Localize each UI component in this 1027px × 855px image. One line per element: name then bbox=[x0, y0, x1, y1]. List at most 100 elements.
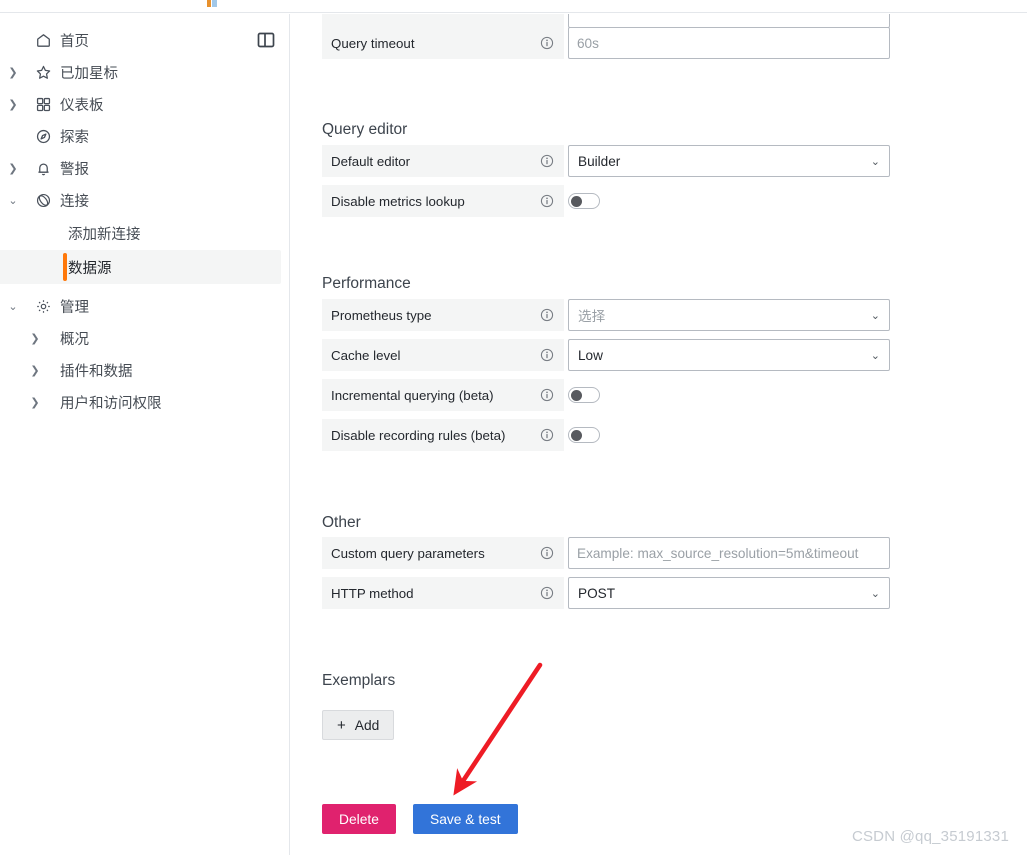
bell-icon bbox=[26, 160, 60, 177]
info-circle-icon[interactable] bbox=[540, 586, 554, 600]
sidebar-item-explore[interactable]: 探索 bbox=[0, 120, 281, 152]
toggle-knob bbox=[570, 389, 582, 401]
custom-query-parameters-input[interactable]: Example: max_source_resolution=5m&timeou… bbox=[568, 537, 890, 569]
chevron-right-icon[interactable]: ❯ bbox=[0, 66, 26, 79]
info-circle-icon[interactable] bbox=[540, 388, 554, 402]
sidebar-item-label: 探索 bbox=[60, 129, 89, 146]
field-label-prometheus-type: Prometheus type bbox=[322, 299, 564, 331]
main-navigation-sidebar: 首页 ❯ 已加星标 ❯ 仪表板 探索 ❯ 警报 ⌄ 连接 添加新连接 数据源 ⌄… bbox=[0, 14, 290, 855]
label-text: Prometheus type bbox=[331, 307, 432, 323]
info-circle-icon[interactable] bbox=[540, 428, 554, 442]
default-editor-select[interactable]: Builder ⌄ bbox=[568, 145, 890, 177]
label-text: Query timeout bbox=[331, 35, 415, 51]
sidebar-item-plugins-and-data[interactable]: ❯ 插件和数据 bbox=[0, 354, 281, 386]
info-circle-icon[interactable] bbox=[540, 36, 554, 50]
query-timeout-input[interactable]: 60s bbox=[568, 27, 890, 59]
dashboards-grid-icon bbox=[26, 96, 60, 113]
chevron-right-icon[interactable]: ❯ bbox=[0, 98, 26, 111]
sidebar-item-label: 仪表板 bbox=[60, 97, 104, 114]
save-and-test-button[interactable]: Save & test bbox=[413, 804, 518, 834]
gear-icon bbox=[26, 298, 60, 315]
chevron-right-icon[interactable]: ❯ bbox=[0, 162, 26, 175]
incremental-querying-toggle[interactable] bbox=[568, 387, 600, 403]
cache-level-select[interactable]: Low ⌄ bbox=[568, 339, 890, 371]
disable-recording-rules-toggle[interactable] bbox=[568, 427, 600, 443]
clipped-row-label bbox=[322, 14, 564, 28]
sidebar-item-users-and-access[interactable]: ❯ 用户和访问权限 bbox=[0, 386, 281, 418]
section-title-other: Other bbox=[322, 514, 361, 531]
clipped-row-field bbox=[568, 14, 890, 28]
compass-icon bbox=[26, 128, 60, 145]
grafana-logo-sliver bbox=[207, 0, 217, 7]
label-text: HTTP method bbox=[331, 585, 414, 601]
info-circle-icon[interactable] bbox=[540, 348, 554, 362]
info-circle-icon[interactable] bbox=[540, 194, 554, 208]
toggle-knob bbox=[570, 429, 582, 441]
http-method-select[interactable]: POST ⌄ bbox=[568, 577, 890, 609]
sidebar-item-data-sources[interactable]: 数据源 bbox=[0, 250, 281, 284]
field-label-custom-query-parameters: Custom query parameters bbox=[322, 537, 564, 569]
clipped-text-input[interactable] bbox=[568, 14, 890, 28]
plus-icon: + bbox=[337, 716, 346, 734]
field-label-disable-recording-rules: Disable recording rules (beta) bbox=[322, 419, 564, 451]
field-label-default-editor: Default editor bbox=[322, 145, 564, 177]
field-control-prometheus-type: 选择 ⌄ bbox=[568, 299, 890, 331]
label-text: Default editor bbox=[331, 153, 411, 169]
grafana-datasource-settings-page: 首页 ❯ 已加星标 ❯ 仪表板 探索 ❯ 警报 ⌄ 连接 添加新连接 数据源 ⌄… bbox=[0, 0, 1027, 855]
sidebar-item-connections[interactable]: ⌄ 连接 bbox=[0, 184, 281, 216]
disable-metrics-lookup-toggle[interactable] bbox=[568, 193, 600, 209]
chevron-down-icon[interactable]: ⌄ bbox=[0, 300, 26, 313]
chevron-right-icon[interactable]: ❯ bbox=[22, 364, 48, 377]
field-label-query-timeout: Query timeout bbox=[322, 27, 564, 59]
sidebar-item-administration[interactable]: ⌄ 管理 bbox=[0, 290, 281, 322]
chevron-down-icon[interactable]: ⌄ bbox=[0, 194, 26, 207]
sidebar-item-label: 管理 bbox=[60, 299, 89, 316]
sidebar-item-general[interactable]: ❯ 概况 bbox=[0, 322, 281, 354]
chevron-down-icon[interactable]: ⌄ bbox=[871, 349, 880, 362]
field-control-disable-recording-rules bbox=[568, 419, 600, 451]
connections-icon bbox=[26, 192, 60, 209]
field-label-http-method: HTTP method bbox=[322, 577, 564, 609]
chevron-down-icon[interactable]: ⌄ bbox=[871, 155, 880, 168]
chevron-down-icon[interactable]: ⌄ bbox=[871, 587, 880, 600]
selected-value: POST bbox=[578, 585, 616, 601]
form-row-incremental-querying: Incremental querying (beta) bbox=[322, 379, 600, 411]
sidebar-item-dashboards[interactable]: ❯ 仪表板 bbox=[0, 88, 281, 120]
chevron-right-icon[interactable]: ❯ bbox=[22, 332, 48, 345]
clipped-form-row bbox=[322, 14, 890, 28]
form-row-prometheus-type: Prometheus type 选择 ⌄ bbox=[322, 299, 890, 331]
sidebar-item-label: 连接 bbox=[60, 193, 89, 210]
datasource-settings-form: Query timeout 60s Query editor Default e… bbox=[291, 14, 1027, 855]
label-text: Custom query parameters bbox=[331, 545, 485, 561]
app-top-bar bbox=[0, 0, 1027, 13]
label-text: Cache level bbox=[331, 347, 401, 363]
prometheus-type-select[interactable]: 选择 ⌄ bbox=[568, 299, 890, 331]
label-text: Disable recording rules (beta) bbox=[331, 427, 506, 443]
selected-value: 选择 bbox=[578, 309, 606, 324]
chevron-down-icon[interactable]: ⌄ bbox=[871, 309, 880, 322]
chevron-right-icon[interactable]: ❯ bbox=[22, 396, 48, 409]
sidebar-item-alerting[interactable]: ❯ 警报 bbox=[0, 152, 281, 184]
section-title-exemplars: Exemplars bbox=[322, 672, 396, 689]
add-exemplar-button[interactable]: + Add bbox=[322, 710, 395, 740]
sidebar-item-starred[interactable]: ❯ 已加星标 bbox=[0, 56, 281, 88]
field-control-disable-metrics-lookup bbox=[568, 185, 600, 217]
info-circle-icon[interactable] bbox=[540, 154, 554, 168]
field-control-http-method: POST ⌄ bbox=[568, 577, 890, 609]
info-circle-icon[interactable] bbox=[540, 308, 554, 322]
toggle-knob bbox=[570, 195, 582, 207]
sidebar-item-label: 添加新连接 bbox=[68, 226, 141, 243]
sidebar-item-label: 概况 bbox=[60, 331, 89, 348]
field-label-cache-level: Cache level bbox=[322, 339, 564, 371]
field-control-incremental-querying bbox=[568, 379, 600, 411]
sidebar-item-home[interactable]: 首页 bbox=[0, 24, 281, 56]
watermark: CSDN @qq_35191331 bbox=[851, 828, 1009, 845]
sidebar-item-label: 首页 bbox=[60, 33, 89, 50]
label-text: Incremental querying (beta) bbox=[331, 387, 494, 403]
form-row-disable-metrics-lookup: Disable metrics lookup bbox=[322, 185, 600, 217]
sidebar-item-label: 数据源 bbox=[68, 260, 112, 277]
sidebar-item-add-new-connection[interactable]: 添加新连接 bbox=[0, 216, 289, 250]
info-circle-icon[interactable] bbox=[540, 546, 554, 560]
delete-button[interactable]: Delete bbox=[322, 804, 396, 834]
label-text: Disable metrics lookup bbox=[331, 193, 465, 209]
